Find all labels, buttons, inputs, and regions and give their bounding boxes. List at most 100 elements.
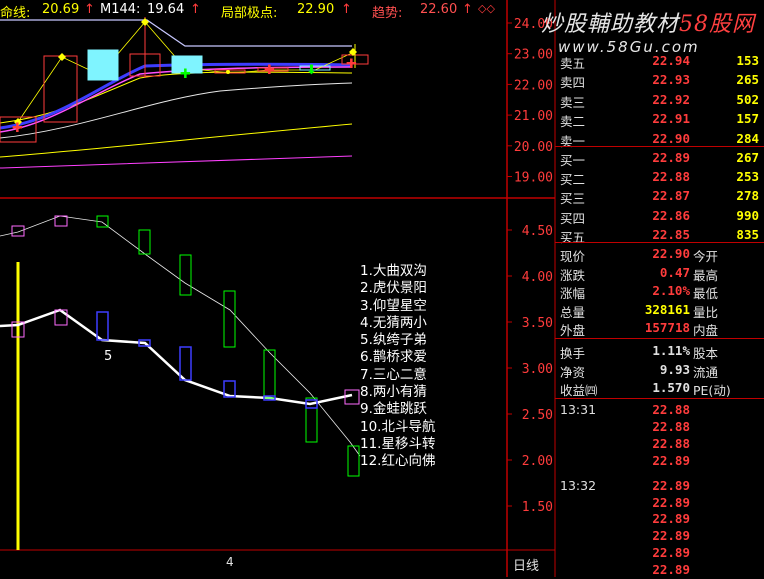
- stat-label-2: 内盘: [693, 323, 719, 338]
- bid-row[interactable]: 买三 22.87 278: [558, 188, 762, 206]
- axis-tick-label: 19.00: [514, 171, 553, 186]
- stat-label-2: 流通: [693, 364, 719, 380]
- stat-row: 涨跌 0.47 最高: [558, 265, 762, 283]
- stat-label: 收益㈣: [560, 383, 598, 398]
- stat-label-2: 量比: [693, 304, 719, 320]
- indicator-panel: 5: [0, 215, 361, 550]
- tick-row: 22.89: [558, 495, 762, 512]
- indicator-header: 命线: 20.69 ↑ M144: 19.64 ↑ 局部极点: 22.90 ↑ …: [0, 0, 507, 21]
- trend-label: 趋势:: [372, 6, 403, 21]
- stat-row: 现价 22.90 今开: [558, 246, 762, 264]
- axis-tick-label: 1.50: [522, 500, 553, 515]
- arrow-up-icon: ↑: [462, 2, 473, 17]
- tick-row: 13:31 22.88: [558, 402, 762, 419]
- stat-value: 157718: [644, 320, 690, 335]
- m144-label: M144:: [100, 2, 141, 17]
- svg-text:✚: ✚: [346, 57, 357, 72]
- svg-text:⬇: ⬇: [306, 63, 317, 78]
- stat-value: 2.10%: [652, 283, 690, 298]
- legend-item: 11.星移斗转: [360, 435, 436, 452]
- tick-price: 22.89: [652, 545, 690, 561]
- stat-label-2: 股本: [693, 346, 719, 361]
- local-extreme-label: 局部极点:: [221, 6, 278, 21]
- bid-volume: 278: [736, 188, 759, 204]
- bid-row[interactable]: 买二 22.88 253: [558, 169, 762, 187]
- ask-label: 卖三: [560, 94, 586, 110]
- ask-label: 卖二: [560, 114, 586, 130]
- m144-value: 19.64: [147, 2, 185, 17]
- legend-item: 4.无猜两小: [360, 314, 427, 331]
- legend-item: 8.两小有猜: [360, 384, 427, 401]
- tick-row: 22.89: [558, 528, 762, 545]
- ask-volume: 502: [736, 91, 759, 107]
- tick-price: 22.89: [652, 494, 690, 510]
- bid-row[interactable]: 买一 22.89 267: [558, 150, 762, 168]
- ask-volume: 153: [736, 53, 759, 68]
- legend-item: 3.仰望星空: [360, 297, 427, 314]
- life-line-value: 20.69: [42, 2, 80, 17]
- stat-row: 外盘 157718 内盘: [558, 320, 762, 338]
- legend-item: 12.红心向佛: [360, 453, 436, 470]
- bid-volume: 835: [736, 226, 759, 242]
- quote-panel: 卖五 22.94 153 卖四 22.93 265 卖三 22.92 502 卖二 22.91 157…: [555, 0, 764, 577]
- stat-label-2: 最低: [693, 286, 719, 301]
- tick-row: 22.88: [558, 436, 762, 453]
- stat-label: 净资: [560, 364, 586, 380]
- ask-price: 22.93: [652, 72, 690, 88]
- tick-price: 22.89: [652, 452, 690, 468]
- tick-price: 22.89: [652, 477, 690, 493]
- axis-tick-label: 20.00: [514, 140, 553, 155]
- tick-row: 22.89: [558, 511, 762, 528]
- indicator-axis: 4.50 4.00 3.50 3.00 2.50 2.00 1.50: [507, 224, 553, 515]
- bid-volume: 267: [736, 150, 759, 165]
- period-label[interactable]: 日线: [513, 555, 539, 574]
- life-line-label: 命线:: [0, 6, 31, 21]
- axis-tick-label: 3.00: [522, 362, 553, 377]
- svg-text:✚: ✚: [180, 67, 191, 82]
- axis-tick-label: 21.00: [514, 109, 553, 124]
- indicator-marker: 5: [104, 349, 112, 364]
- stat-label: 外盘: [560, 323, 586, 338]
- axis-tick-label: 2.50: [522, 408, 553, 423]
- ask-price: 22.92: [652, 91, 690, 107]
- ask-price: 22.90: [652, 130, 690, 146]
- price-panel: ✚ ✚ ✚ ⬇ ✚: [0, 17, 369, 169]
- axis-tick-label: 2.00: [522, 454, 553, 469]
- stat-row: 换手 1.11% 股本: [558, 343, 762, 361]
- tick-time: 13:32: [560, 477, 597, 493]
- axis-tick-label: 23.00: [514, 48, 553, 63]
- bid-label: 买一: [560, 153, 586, 168]
- axis-tick-label: 22.00: [514, 78, 553, 93]
- tick-row: 13:32 22.89: [558, 478, 762, 495]
- ask-row[interactable]: 卖五 22.94 153: [558, 53, 762, 71]
- stat-row: 收益㈣ 1.570 PE(动): [558, 380, 762, 398]
- stat-label-2: 今开: [693, 249, 719, 264]
- tick-row: 22.88: [558, 419, 762, 436]
- stat-value: 1.570: [652, 380, 690, 395]
- ask-row[interactable]: 卖四 22.93 265: [558, 72, 762, 90]
- arrow-up-icon: ↑: [190, 2, 201, 17]
- tick-price: 22.89: [652, 562, 690, 578]
- bid-volume: 253: [736, 169, 759, 185]
- bottom-marker: 4: [226, 555, 234, 569]
- tick-price: 22.88: [652, 435, 690, 451]
- legend-item: 1.大曲双沟: [360, 263, 427, 279]
- legend-item: 6.鹊桥求爱: [360, 349, 427, 366]
- ask-row[interactable]: 卖二 22.91 157: [558, 111, 762, 130]
- tick-row: 22.89: [558, 453, 762, 470]
- stat-label: 涨幅: [560, 286, 586, 301]
- stat-value: 328161: [644, 301, 690, 317]
- bid-row[interactable]: 买四 22.86 990: [558, 207, 762, 226]
- ask-price: 22.91: [652, 111, 690, 127]
- stat-value: 22.90: [652, 246, 690, 261]
- ask-row[interactable]: 卖三 22.92 502: [558, 91, 762, 110]
- ask-price: 22.94: [652, 53, 690, 68]
- bid-price: 22.87: [652, 188, 690, 204]
- legend-item: 2.虎伏景阳: [360, 280, 427, 297]
- ask-volume: 265: [736, 72, 759, 88]
- stat-row: 净资 9.93 流通: [558, 362, 762, 380]
- tick-price: 22.88: [652, 402, 690, 417]
- ask-volume: 157: [736, 111, 759, 127]
- bid-price: 22.86: [652, 207, 690, 223]
- ask-label: 卖五: [560, 56, 586, 71]
